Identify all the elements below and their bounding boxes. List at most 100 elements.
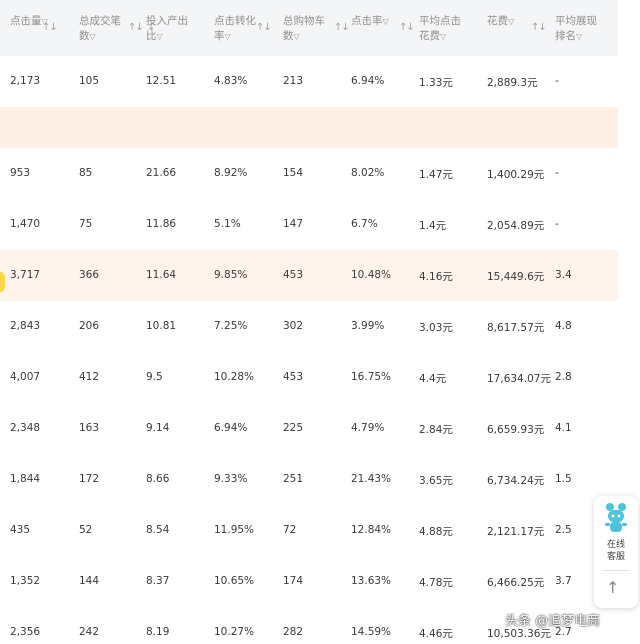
table-cell: 206 [79,320,100,332]
sort-icon[interactable]: ↑↓ [256,20,272,35]
column-header-line1: 点击率 [351,15,383,27]
sort-icon[interactable]: ↑↓ [42,20,58,35]
watermark: 头条 @追梦电商 [505,614,601,629]
sort-icon[interactable]: ↑↓ [128,20,144,35]
table-cell: 4.83% [214,75,248,87]
filter-funnel-icon[interactable]: ▽ [576,32,582,41]
table-cell: 6,659.93元 [487,424,545,436]
filter-funnel-icon[interactable]: ▽ [90,32,96,41]
table-cell: 21.43% [351,473,392,485]
column-header-line1: 总成交笔 [79,15,121,27]
table-cell: 5.1% [214,218,241,230]
table-cell: 242 [79,626,100,638]
table-row[interactable]: 435 52 8.54 11.95% 72 12.84% 4.88元 2,121.17元 2.5 [0,505,618,557]
table-cell: 72 [283,524,297,536]
table-cell: 1,352 [10,575,41,587]
sort-icon[interactable]: ↑↓ [399,20,415,35]
column-header-4[interactable]: 点击转化率▽ ↑↓ [214,0,283,56]
column-header-line2: 率 [214,30,225,42]
table-cell: 11.95% [214,524,255,536]
filter-funnel-icon[interactable]: ▽ [294,32,300,41]
sort-icon[interactable]: ↑↓ [334,20,350,35]
table-row[interactable]: 1,352 144 8.37 10.65% 174 13.63% 4.78元 6,466.25… [0,556,618,608]
table-cell: 7.25% [214,320,248,332]
back-to-top-button[interactable]: ↑ [606,578,619,597]
table-cell: 13.63% [351,575,392,587]
table-cell: - [555,75,559,87]
table-cell: 21.66 [146,167,177,179]
table-cell: 9.5 [146,371,163,383]
column-header-line1: 花费 [487,15,508,27]
table-row[interactable]: 2,348 163 9.14 6.94% 225 4.79% 2.84元 6,659.93元 4… [0,403,618,455]
table-cell: 1.47元 [419,169,453,181]
table-cell: 6,734.24元 [487,475,545,487]
table-cell: 12.51 [146,75,177,87]
table-cell: 75 [79,218,93,230]
table-cell: 3.99% [351,320,385,332]
table-cell: 3.4 [555,269,572,281]
table-cell: 147 [283,218,304,230]
table-cell: 8.54 [146,524,170,536]
table-cell: 2.84元 [419,424,453,436]
table-row[interactable]: 3,717 366 11.64 9.85% 453 10.48% 4.16元 15,449.6… [0,250,618,302]
filter-funnel-icon[interactable]: ▽ [508,17,514,26]
customer-service-widget[interactable]: 在线 客服 ↑ [594,496,638,608]
table-cell: 6,466.25元 [487,577,545,589]
table-cell: 8.02% [351,167,385,179]
table-cell: 366 [79,269,100,281]
table-cell: 1.4元 [419,220,447,232]
column-header-3[interactable]: 投入产出 比▽ ↓ [146,0,214,56]
table-cell: 144 [79,575,100,587]
table-row[interactable]: 2,843 206 10.81 7.25% 302 3.99% 3.03元 8,617.57元… [0,301,618,353]
table-cell: 412 [79,371,100,383]
column-header-label: 平均展现排名▽ [555,14,597,44]
table-cell: 2,889.3元 [487,77,538,89]
column-header-line1: 点击转化 [214,15,256,27]
table-cell: 10.65% [214,575,255,587]
table-cell: 11.86 [146,218,177,230]
filter-funnel-icon[interactable]: ▽ [157,32,163,41]
column-header-2[interactable]: 总成交笔 数▽ ↑↓ [79,0,146,56]
table-cell: 4.46元 [419,628,453,640]
table-row[interactable]: 4,007 412 9.5 10.28% 453 16.75% 4.4元 17,634.07元… [0,352,618,404]
table-cell: 3.65元 [419,475,453,487]
column-header-6[interactable]: 点击率▽ ↑↓ [351,0,419,56]
filter-funnel-icon[interactable]: ▽ [383,17,389,26]
filter-funnel-icon[interactable]: ▽ [225,32,231,41]
sort-icon[interactable]: ↑↓ [531,20,547,35]
table-cell: 1.5 [555,473,572,485]
column-header-line1: 平均展现 [555,15,597,27]
column-header-line2: 数 [283,30,294,42]
sort-desc-icon[interactable]: ↓ [147,20,155,35]
column-header-1[interactable]: 点击量▽ ↑↓ [10,0,79,56]
table-cell: 3.7 [555,575,572,587]
filter-funnel-icon[interactable]: ▽ [440,32,446,41]
table-cell: 4.8 [555,320,572,332]
column-header-8[interactable]: 花费▽ ↑↓ [487,0,555,56]
table-cell: 9.85% [214,269,248,281]
column-header-5[interactable]: 总购物车 数▽ ↑↓ [283,0,351,56]
table-cell: 1,400.29元 [487,169,545,181]
column-header-line1: 平均点击 [419,15,461,27]
column-header-label: 平均点击 花费▽ [419,14,461,44]
table-cell: 17,634.07元 [487,373,551,385]
table-cell: 4.16元 [419,271,453,283]
table-row[interactable]: 1,844 172 8.66 9.33% 251 21.43% 3.65元 6,734.24元… [0,454,618,506]
table-cell: 9.33% [214,473,248,485]
table-cell: 8.66 [146,473,170,485]
table-row[interactable] [0,107,618,149]
table-cell: 16.75% [351,371,392,383]
table-cell: 225 [283,422,304,434]
column-header-line2: 排名 [555,30,576,42]
table-cell: 8,617.57元 [487,322,545,334]
table-cell: 213 [283,75,304,87]
column-header-9[interactable]: 平均展现排名▽ [555,0,618,56]
table-row[interactable]: 953 85 21.66 8.92% 154 8.02% 1.47元 1,400.29元 - [0,148,618,200]
table-header: 点击量▽ ↑↓ 总成交笔 数▽ ↑↓ 投入产出 比▽ ↓ 点击转化 率▽ ↑↓ 总购物车 数▽ ↑↓ 点击率… [0,0,618,57]
table-row[interactable]: 1,470 75 11.86 5.1% 147 6.7% 1.4元 2,054.89元 - [0,199,618,251]
table-cell: 10.28% [214,371,255,383]
table-cell: 10.27% [214,626,255,638]
column-header-line1: 点击量 [10,15,42,27]
table-row[interactable]: 2,173 105 12.51 4.83% 213 6.94% 1.33元 2,889.3元 - [0,56,618,108]
column-header-7[interactable]: 平均点击 花费▽ [419,0,487,56]
